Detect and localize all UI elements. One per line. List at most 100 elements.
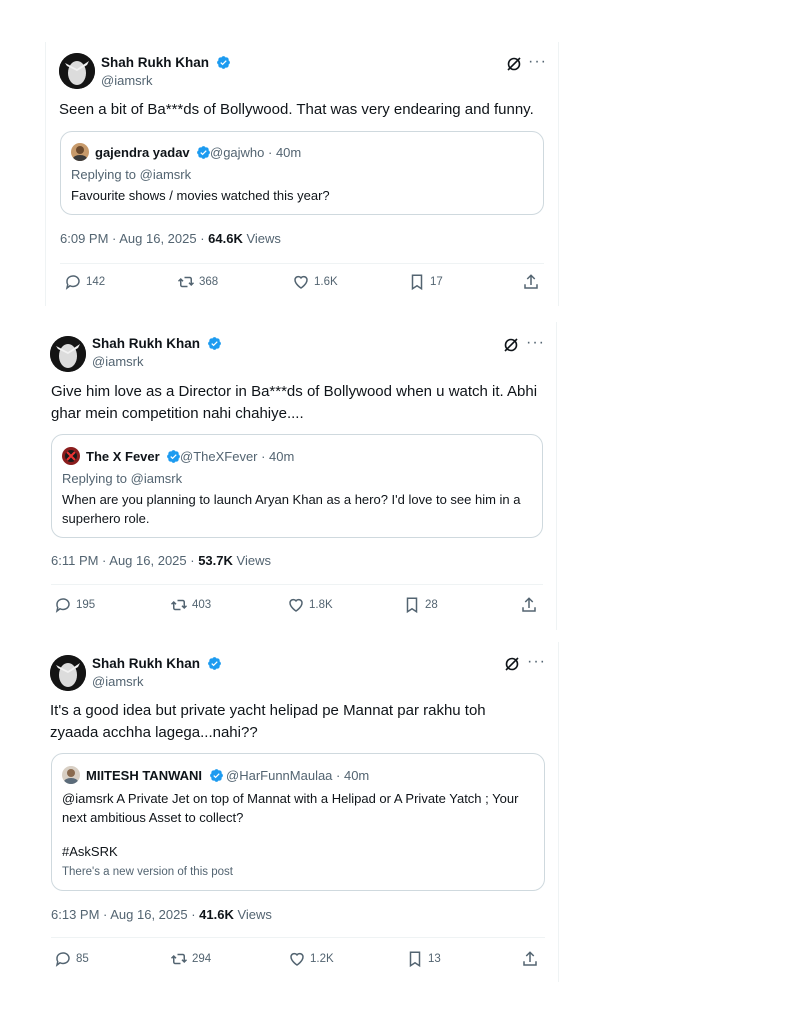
- author-name-text: Shah Rukh Khan: [92, 656, 201, 671]
- quoted-post[interactable]: MIITESH TANWANI @HarFunnMaulaa · 40m @ia…: [51, 753, 545, 891]
- post-timestamp[interactable]: 6:09 PM · Aug 16, 2025 ·: [60, 231, 208, 246]
- post-meta: 6:09 PM · Aug 16, 2025 · 64.6K Views: [60, 231, 281, 246]
- grok-icon[interactable]: [504, 656, 520, 672]
- like-icon: [294, 275, 308, 289]
- quote-author-name-text: gajendra yadav: [95, 145, 190, 160]
- bookmark-count: 17: [430, 276, 443, 288]
- author-name-text: Shah Rukh Khan: [92, 336, 201, 351]
- views-label: Views: [246, 231, 281, 246]
- author-avatar[interactable]: [50, 655, 86, 691]
- reply-count: 85: [76, 953, 89, 965]
- grok-icon[interactable]: [506, 56, 522, 72]
- verified-badge-icon: [209, 769, 223, 782]
- like-button[interactable]: 1.2K: [288, 950, 334, 968]
- avatar-image: [50, 655, 86, 691]
- bookmark-button[interactable]: 13: [406, 950, 441, 968]
- verified-badge-icon: [216, 56, 230, 69]
- like-count: 1.2K: [310, 953, 334, 965]
- quote-author-name-text: The X Fever: [86, 449, 160, 464]
- post-2: Shah Rukh Khan @iamsrk ··· Give him love…: [40, 322, 557, 630]
- bookmark-icon: [409, 951, 421, 968]
- repost-icon: [177, 276, 195, 288]
- bookmark-count: 28: [425, 599, 438, 611]
- quote-avatar: [62, 766, 80, 784]
- views-label: Views: [237, 907, 272, 922]
- bookmark-button[interactable]: 17: [408, 273, 443, 291]
- repost-button[interactable]: 294: [170, 950, 211, 968]
- share-icon: [522, 597, 536, 612]
- author-handle[interactable]: @iamsrk: [92, 674, 143, 689]
- reply-button[interactable]: 85: [54, 950, 89, 968]
- divider: [60, 263, 544, 264]
- post-text: Give him love as a Director in Ba***ds o…: [51, 383, 538, 422]
- post-text: It's a good idea but private yacht helip…: [50, 702, 486, 741]
- reply-button[interactable]: 195: [54, 596, 95, 614]
- view-count: 53.7K: [198, 553, 233, 568]
- quote-text: When are you planning to launch Aryan Kh…: [62, 492, 521, 526]
- quote-hashtag[interactable]: #AskSRK: [62, 842, 118, 861]
- quote-text: Favourite shows / movies watched this ye…: [71, 188, 330, 203]
- repost-button[interactable]: 403: [170, 596, 211, 614]
- quote-replying-to[interactable]: Replying to @iamsrk: [62, 471, 182, 486]
- new-version-notice[interactable]: There's a new version of this post: [62, 866, 233, 878]
- author-name-text: Shah Rukh Khan: [101, 55, 210, 70]
- like-icon: [289, 598, 303, 612]
- reply-button[interactable]: 142: [64, 273, 105, 291]
- more-icon[interactable]: ···: [528, 54, 547, 70]
- verified-badge-icon: [207, 337, 221, 350]
- post-text: Seen a bit of Ba***ds of Bollywood. That…: [59, 101, 534, 118]
- bookmark-icon: [411, 274, 423, 291]
- quote-author-name: MIITESH TANWANI: [86, 768, 224, 783]
- quote-replying-to[interactable]: Replying to @iamsrk: [71, 167, 191, 182]
- repost-icon: [170, 953, 188, 965]
- author-avatar[interactable]: [59, 53, 95, 89]
- reply-icon: [55, 952, 70, 967]
- share-button[interactable]: [520, 596, 542, 614]
- bookmark-icon: [406, 597, 418, 614]
- more-icon[interactable]: ···: [527, 654, 546, 670]
- like-icon: [290, 952, 304, 966]
- author-handle[interactable]: @iamsrk: [92, 354, 143, 369]
- view-count: 64.6K: [208, 231, 243, 246]
- view-count: 41.6K: [199, 907, 234, 922]
- divider: [51, 937, 545, 938]
- reply-count: 195: [76, 599, 96, 611]
- reply-icon: [55, 598, 70, 613]
- post-timestamp[interactable]: 6:11 PM · Aug 16, 2025 ·: [51, 553, 198, 568]
- more-icon[interactable]: ···: [526, 335, 545, 351]
- quote-author-handle: @TheXFever · 40m: [180, 449, 295, 464]
- share-button[interactable]: [522, 273, 544, 291]
- repost-count: 368: [199, 276, 219, 288]
- quote-avatar: [62, 447, 80, 465]
- post-meta: 6:11 PM · Aug 16, 2025 · 53.7K Views: [51, 553, 271, 568]
- repost-button[interactable]: 368: [177, 273, 218, 291]
- quoted-post[interactable]: The X Fever @TheXFever · 40m Replying to…: [51, 434, 543, 538]
- views-label: Views: [236, 553, 271, 568]
- like-count: 1.6K: [314, 276, 338, 288]
- author-handle[interactable]: @iamsrk: [101, 73, 152, 88]
- post-timestamp[interactable]: 6:13 PM · Aug 16, 2025 ·: [51, 907, 199, 922]
- post-meta: 6:13 PM · Aug 16, 2025 · 41.6K Views: [51, 907, 272, 922]
- repost-icon: [170, 599, 188, 611]
- author-name[interactable]: Shah Rukh Khan: [92, 336, 222, 351]
- repost-count: 294: [192, 953, 212, 965]
- divider: [51, 584, 543, 585]
- bookmark-button[interactable]: 28: [403, 596, 438, 614]
- like-button[interactable]: 1.6K: [292, 273, 338, 291]
- share-button[interactable]: [521, 950, 543, 968]
- quote-text: @iamsrk A Private Jet on top of Mannat w…: [62, 791, 519, 825]
- like-button[interactable]: 1.8K: [287, 596, 333, 614]
- author-avatar[interactable]: [50, 336, 86, 372]
- author-name[interactable]: Shah Rukh Khan: [92, 656, 222, 671]
- bookmark-count: 13: [428, 953, 441, 965]
- quote-author-name: The X Fever: [86, 449, 181, 464]
- avatar-image: [59, 53, 95, 89]
- author-name[interactable]: Shah Rukh Khan: [101, 55, 231, 70]
- post-3: Shah Rukh Khan @iamsrk ··· It's a good i…: [40, 642, 559, 982]
- quoted-post[interactable]: gajendra yadav @gajwho · 40m Replying to…: [60, 131, 544, 215]
- reply-count: 142: [86, 276, 106, 288]
- quote-author-name: gajendra yadav: [95, 145, 211, 160]
- like-count: 1.8K: [309, 599, 333, 611]
- grok-icon[interactable]: [503, 337, 519, 353]
- quote-author-handle: @HarFunnMaulaa · 40m: [226, 768, 370, 783]
